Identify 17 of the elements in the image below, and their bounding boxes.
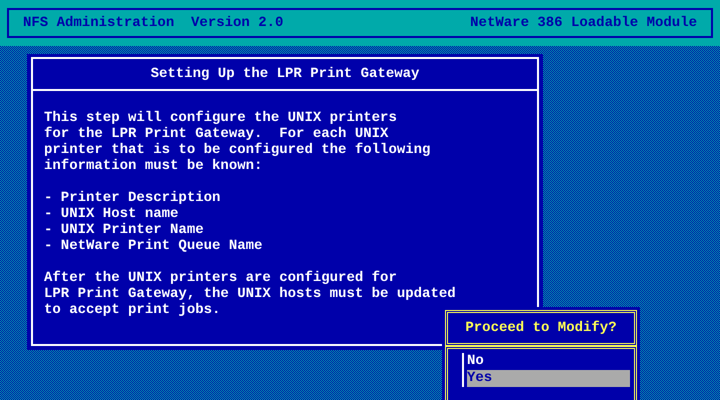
panel-title: Setting Up the LPR Print Gateway	[150, 64, 420, 84]
text-line: - Printer Description	[44, 190, 220, 206]
text-line: - UNIX Printer Name	[44, 222, 204, 238]
text-line: LPR Print Gateway, the UNIX hosts must be updated	[44, 286, 456, 302]
text-line: After the UNIX printers are configured for	[44, 270, 397, 286]
text-line: - UNIX Host name	[44, 206, 178, 222]
text-line: This step will configure the UNIX printers	[44, 110, 397, 126]
dialog-title: Proceed to Modify?	[465, 318, 617, 338]
text-line: to accept print jobs.	[44, 302, 220, 318]
option-item[interactable]: No	[467, 353, 630, 370]
app-title: NFS Administration Version 2.0	[23, 14, 284, 32]
option-item[interactable]: Yes	[467, 370, 630, 387]
text-line: printer that is to be configured the following	[44, 142, 430, 158]
module-label: NetWare 386 Loadable Module	[470, 14, 697, 32]
text-line: for the LPR Print Gateway. For each UNIX	[44, 126, 388, 142]
text-line: information must be known:	[44, 158, 262, 174]
text-line: - NetWare Print Queue Name	[44, 238, 262, 254]
